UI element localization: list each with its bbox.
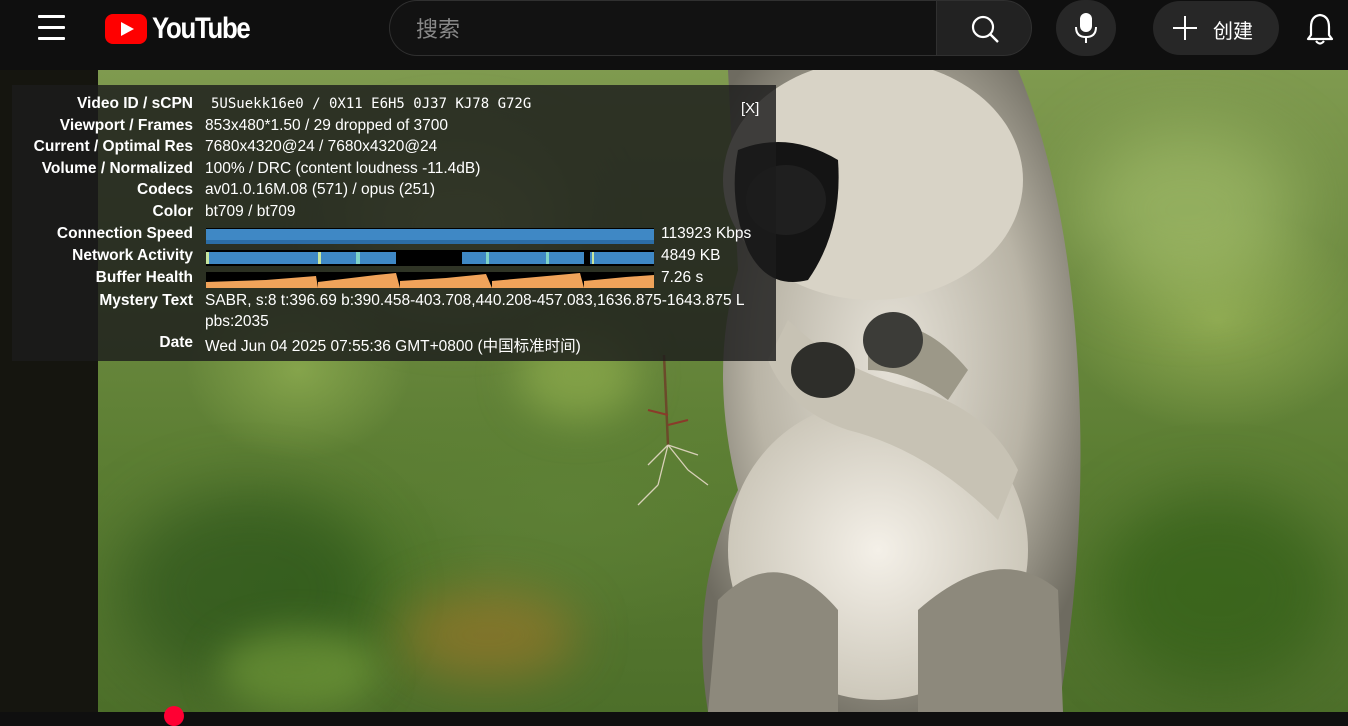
create-label: 创建	[1213, 19, 1253, 43]
plant-stem-image	[637, 355, 709, 506]
stat-row-viewport: Viewport / Frames 853x480*1.50 / 29 drop…	[12, 117, 776, 139]
stat-value: 100% / DRC (content loudness -11.4dB)	[205, 160, 481, 177]
search-box[interactable]	[389, 0, 937, 56]
stat-label: Buffer Health	[95, 269, 193, 286]
stat-value: av01.0.16M.08 (571) / opus (251)	[205, 181, 436, 198]
stat-value: 5USuekk16e0 / 0X11 E6H5 0J37 KJ78 G72G	[211, 96, 532, 112]
stat-row-codecs: Codecs av01.0.16M.08 (571) / opus (251)	[12, 181, 776, 203]
stat-row-video-id: Video ID / sCPN 5USuekk16e0 / 0X11 E6H5 …	[12, 95, 776, 117]
stat-value: 7680x4320@24 / 7680x4320@24	[205, 138, 438, 155]
notifications-button[interactable]	[1300, 10, 1340, 48]
stat-label: Mystery Text	[99, 292, 193, 309]
stat-row-volume: Volume / Normalized 100% / DRC (content …	[12, 160, 776, 182]
search-icon	[971, 15, 999, 43]
stat-label: Codecs	[137, 181, 193, 198]
stat-value: SABR, s:8 t:396.69 b:390.458-403.708,440…	[205, 292, 745, 309]
mic-icon	[1075, 13, 1097, 43]
stat-value: 7.26 s	[661, 269, 704, 286]
menu-icon[interactable]	[30, 12, 72, 44]
stat-label: Date	[159, 334, 193, 351]
stat-value: 853x480*1.50 / 29 dropped of 3700	[205, 117, 449, 134]
bell-icon	[1306, 13, 1334, 45]
network-activity-graph	[206, 250, 654, 266]
plus-icon	[1173, 16, 1197, 40]
stats-for-nerds-panel: [X] Video ID / sCPN 5USuekk16e0 / 0X11 E…	[12, 85, 776, 361]
stat-label: Volume / Normalized	[41, 160, 193, 177]
stat-row-mystery-text: Mystery Text SABR, s:8 t:396.69 b:390.45…	[12, 292, 776, 314]
stat-label: Video ID / sCPN	[77, 95, 193, 112]
search-button[interactable]	[936, 0, 1032, 56]
search-input[interactable]	[414, 14, 918, 46]
youtube-logo[interactable]: YouTube	[105, 12, 265, 45]
stat-value: 113923 Kbps	[661, 225, 752, 242]
play-logo-icon	[105, 14, 147, 44]
stat-label: Viewport / Frames	[59, 117, 193, 134]
logo-text: YouTube	[152, 12, 251, 45]
stat-row-buffer-health: Buffer Health 7.26 s	[12, 269, 776, 291]
stat-value: pbs:2035	[205, 313, 269, 330]
stat-label: Current / Optimal Res	[33, 138, 193, 155]
connection-speed-graph	[206, 228, 654, 244]
stat-value: 4849 KB	[661, 247, 721, 264]
stat-label: Connection Speed	[56, 225, 193, 242]
stat-row-date: Date Wed Jun 04 2025 07:55:36 GMT+0800 (…	[12, 334, 776, 356]
stat-label: Network Activity	[72, 247, 193, 264]
stat-row-connection-speed: Connection Speed 113923 Kbps	[12, 225, 776, 247]
progress-scrubber-handle[interactable]	[164, 706, 184, 726]
stat-label: Color	[152, 203, 193, 220]
buffer-health-graph	[206, 272, 654, 288]
stat-row-network-activity: Network Activity 4849 KB	[12, 247, 776, 269]
voice-search-button[interactable]	[1056, 0, 1116, 56]
stat-row-mystery-text-cont: pbs:2035	[12, 313, 776, 335]
create-button[interactable]: 创建	[1153, 1, 1279, 55]
stat-row-color: Color bt709 / bt709	[12, 203, 776, 225]
masthead: YouTube 创建	[0, 0, 1348, 70]
stat-row-resolution: Current / Optimal Res 7680x4320@24 / 768…	[12, 138, 776, 160]
stat-value: bt709 / bt709	[205, 203, 296, 220]
stat-value: Wed Jun 04 2025 07:55:36 GMT+0800 (中国标准时…	[205, 338, 581, 355]
